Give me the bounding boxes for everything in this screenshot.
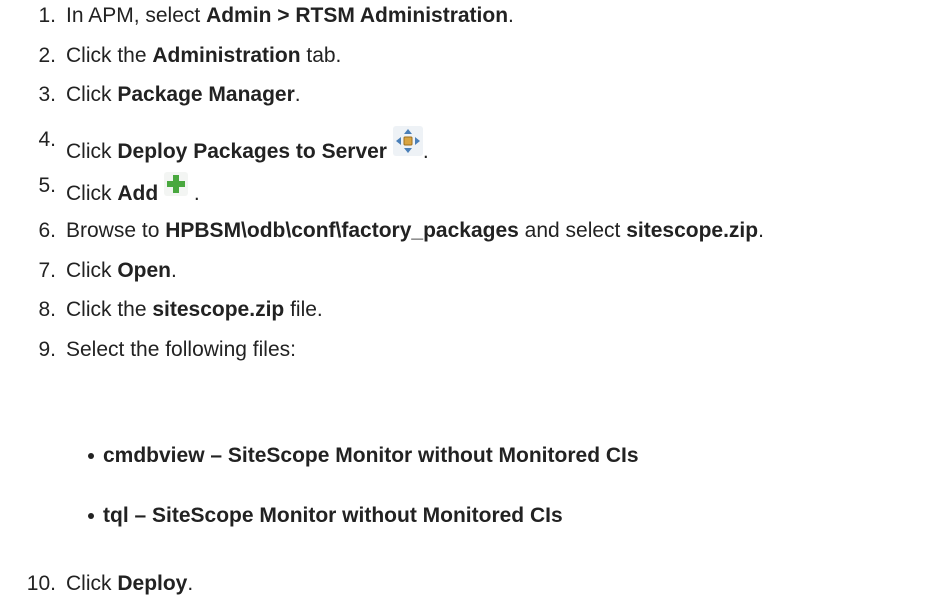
step-text-fragment: . — [422, 140, 429, 163]
bullet-icon — [88, 453, 94, 459]
file-name: tql – SiteScope Monitor without Monitore… — [103, 504, 563, 527]
step-text: Click the sitescope.zip file. — [66, 296, 323, 324]
bold-ui-term: Package Manager — [117, 83, 295, 106]
add-plus-icon — [164, 172, 189, 196]
bold-ui-term: Open — [117, 259, 172, 282]
step-text: Click Deploy Packages to Server . — [66, 126, 429, 166]
step-text-fragment: . — [758, 219, 764, 242]
step-text-fragment: Click — [66, 140, 118, 163]
step-text-fragment: Click — [66, 83, 118, 106]
step-text-fragment: and select — [518, 219, 627, 242]
step-number: 9. — [38, 338, 56, 361]
step-text: Select the following files: — [66, 336, 296, 364]
deploy-packages-icon — [392, 126, 423, 156]
step-number: 3. — [38, 83, 56, 106]
step-text-fragment: Click — [66, 182, 118, 205]
step-text-fragment: Click — [66, 259, 118, 282]
step-text-fragment: . — [294, 83, 301, 106]
step-text-fragment: . — [171, 259, 177, 282]
step-text-fragment: Click — [66, 572, 118, 595]
step-text-fragment: . — [188, 182, 200, 205]
step-text: Click the Administration tab. — [66, 42, 341, 70]
step-text-fragment: tab. — [300, 44, 342, 67]
bold-ui-term: Admin > RTSM Administration — [206, 4, 509, 27]
step-text-fragment: Browse to — [66, 219, 166, 242]
step-text: In APM, select Admin > RTSM Administrati… — [66, 2, 514, 30]
step-text: Click Add . — [66, 172, 200, 208]
step-number: 2. — [38, 44, 56, 67]
step-text: Browse to HPBSM\odb\conf\factory_package… — [66, 217, 764, 245]
file-name: cmdbview – SiteScope Monitor without Mon… — [103, 444, 639, 467]
step-number: 5. — [38, 174, 56, 197]
bold-ui-term: Administration — [152, 44, 301, 67]
step-text-fragment: In APM, select — [66, 4, 207, 27]
step-number: 1. — [38, 4, 56, 27]
step-text-fragment: Click the — [66, 44, 153, 67]
step-text-fragment: . — [508, 4, 514, 27]
step-text: Click Package Manager. — [66, 81, 301, 109]
step-text-fragment: Click the — [66, 298, 153, 321]
bold-ui-term: HPBSM\odb\conf\factory_packages — [165, 219, 519, 242]
bold-ui-term: sitescope.zip — [152, 298, 285, 321]
bold-ui-term: Deploy Packages to Server — [117, 140, 387, 163]
bullet-icon — [88, 513, 94, 519]
step-text: Click Open. — [66, 257, 177, 285]
bold-ui-term: sitescope.zip — [626, 219, 759, 242]
step-number: 4. — [38, 128, 56, 151]
step-number: 7. — [38, 259, 56, 282]
bold-ui-term: Deploy — [117, 572, 188, 595]
bold-ui-term: Add — [117, 182, 159, 205]
step-text-fragment: . — [187, 572, 194, 595]
step-number: 8. — [38, 298, 56, 321]
step-number: 6. — [38, 219, 56, 242]
step-text-fragment: Select the following files: — [66, 338, 296, 361]
step-text-fragment: file. — [284, 298, 323, 321]
